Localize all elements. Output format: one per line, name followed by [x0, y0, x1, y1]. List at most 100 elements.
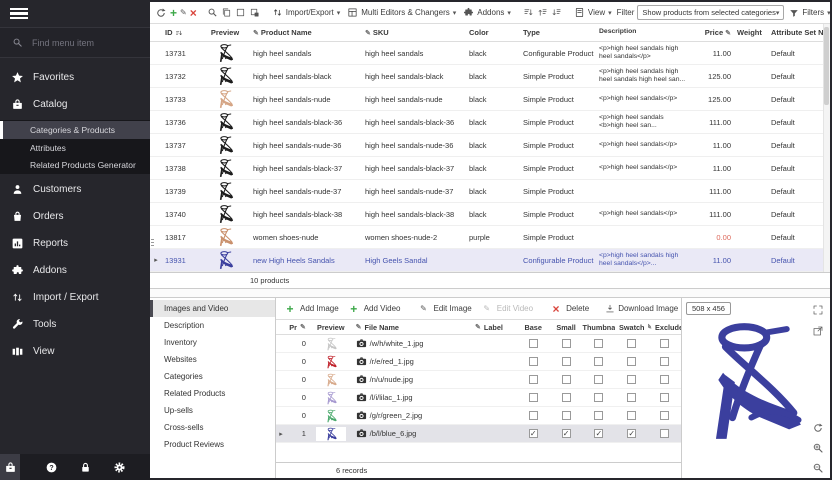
column-header-price[interactable]: Price✎ — [692, 28, 734, 37]
image-row-5[interactable]: ▸ 1 /b/l/blue_6.jpg ✓ ✓ ✓ ✓ — [276, 425, 681, 443]
small-checkbox[interactable] — [562, 393, 571, 402]
copy-icon[interactable] — [221, 6, 232, 20]
thumbnail-checkbox[interactable] — [594, 339, 603, 348]
add-product-icon[interactable]: + — [170, 6, 177, 20]
column-header-weight[interactable]: Weight — [734, 28, 768, 37]
multi-editors-dropdown[interactable]: Multi Editors & Changers▾ — [345, 7, 458, 18]
column-header-file-name[interactable]: ✎File Name — [354, 323, 473, 332]
exclude-checkbox[interactable] — [660, 393, 669, 402]
sidebar-item-categories-products[interactable]: Categories & Products — [0, 121, 150, 139]
sidebar-item-attributes[interactable]: Attributes — [0, 139, 150, 156]
product-row-7[interactable]: 13740 high heel sandals-black-38 high he… — [150, 203, 830, 226]
column-header-sku[interactable]: ✎SKU — [362, 28, 466, 37]
product-row-4[interactable]: 13737 high heel sandals-nude-36 high hee… — [150, 134, 830, 157]
product-row-3[interactable]: 13736 high heel sandals-black-36 high he… — [150, 111, 830, 134]
column-header-label[interactable]: ✎Label — [473, 323, 517, 332]
image-row-0[interactable]: 0 /w/h/white_1.jpg — [276, 335, 681, 353]
exclude-checkbox[interactable] — [660, 339, 669, 348]
thumbnail-checkbox[interactable] — [594, 393, 603, 402]
product-row-2[interactable]: 13733 high heel sandals-nude high heel s… — [150, 88, 830, 111]
tab-cross-sells[interactable]: Cross-sells — [150, 419, 275, 436]
edit-product-icon[interactable]: ✎ — [180, 6, 187, 20]
thumbnail-checkbox[interactable] — [594, 375, 603, 384]
refresh-icon[interactable] — [812, 421, 825, 434]
swatch-checkbox[interactable]: ✓ — [627, 429, 636, 438]
column-header-attribute-set[interactable]: Attribute Set Name — [768, 28, 830, 37]
sidebar-item-import-export[interactable]: Import / Export — [0, 284, 150, 311]
edit-image-button[interactable]: ✎Edit Image — [414, 302, 473, 316]
base-checkbox[interactable] — [529, 357, 538, 366]
column-header-id[interactable]: ID — [162, 28, 200, 37]
duplicate-icon[interactable] — [249, 6, 260, 20]
tab-up-sells[interactable]: Up-sells — [150, 402, 275, 419]
expand-all-icon[interactable] — [537, 6, 548, 20]
column-header-description[interactable]: Description — [596, 28, 692, 36]
small-checkbox[interactable] — [562, 375, 571, 384]
fullscreen-icon[interactable] — [812, 303, 825, 316]
sidebar-item-orders[interactable]: Orders — [0, 203, 150, 230]
exclude-checkbox[interactable] — [660, 411, 669, 420]
collapse-all-icon[interactable] — [551, 6, 562, 20]
sidebar-item-tools[interactable]: Tools — [0, 311, 150, 338]
view-dropdown[interactable]: View▾ — [572, 7, 614, 18]
product-row-6[interactable]: 13739 high heel sandals-nude-37 high hee… — [150, 180, 830, 203]
tab-product-reviews[interactable]: Product Reviews — [150, 436, 275, 453]
tab-images-and-video[interactable]: Images and Video — [150, 300, 275, 317]
product-row-0[interactable]: 13731 high heel sandals high heel sandal… — [150, 42, 830, 65]
small-checkbox[interactable] — [562, 411, 571, 420]
swatch-checkbox[interactable] — [627, 411, 636, 420]
product-row-1[interactable]: 13732 high heel sandals-black high heel … — [150, 65, 830, 88]
product-row-8[interactable]: 13817 women shoes-nude women shoes-nude-… — [150, 226, 830, 249]
tab-inventory[interactable]: Inventory — [150, 334, 275, 351]
base-checkbox[interactable] — [529, 393, 538, 402]
column-header-thumbnail[interactable]: Thumbna — [582, 323, 615, 332]
menu-toggle-button[interactable] — [0, 0, 150, 28]
image-row-1[interactable]: 0 /r/e/red_1.jpg — [276, 353, 681, 371]
store-manager-button[interactable] — [0, 454, 20, 480]
base-checkbox[interactable]: ✓ — [529, 429, 538, 438]
panel-splitter-handle[interactable] — [150, 230, 155, 254]
swatch-checkbox[interactable] — [627, 357, 636, 366]
edit-video-button[interactable]: ✎Edit Video — [478, 302, 535, 316]
thumbnail-checkbox[interactable] — [594, 357, 603, 366]
filters-dropdown[interactable]: Filters▾ — [787, 8, 830, 18]
image-row-3[interactable]: 0 /l/i/lilac_1.jpg — [276, 389, 681, 407]
product-row-9[interactable]: ▸ 13931 new High Heels Sandals High Geel… — [150, 249, 830, 272]
tab-categories[interactable]: Categories — [150, 368, 275, 385]
exclude-checkbox[interactable] — [660, 429, 669, 438]
column-header-swatch[interactable]: Swatch — [615, 323, 648, 332]
column-header-base[interactable]: Base — [517, 323, 550, 332]
image-row-2[interactable]: 0 /n/u/nude.jpg — [276, 371, 681, 389]
sidebar-item-reports[interactable]: Reports — [0, 230, 150, 257]
select-checkbox-icon[interactable] — [235, 6, 246, 20]
add-image-button[interactable]: +Add Image — [281, 302, 341, 316]
column-header-pr[interactable]: Pr✎ — [286, 323, 308, 332]
sidebar-item-view[interactable]: View — [0, 338, 150, 365]
image-row-4[interactable]: 0 /g/r/green_2.jpg — [276, 407, 681, 425]
column-header-small[interactable]: Small — [550, 323, 583, 332]
base-checkbox[interactable] — [529, 375, 538, 384]
column-header-color[interactable]: Color — [466, 28, 520, 37]
sidebar-item-addons[interactable]: Addons — [0, 257, 150, 284]
download-image-button[interactable]: Download Image — [603, 304, 680, 314]
thumbnail-checkbox[interactable]: ✓ — [594, 429, 603, 438]
refresh-icon[interactable] — [155, 6, 167, 20]
small-checkbox[interactable] — [562, 357, 571, 366]
base-checkbox[interactable] — [529, 411, 538, 420]
tab-related-products[interactable]: Related Products — [150, 385, 275, 402]
swatch-checkbox[interactable] — [627, 393, 636, 402]
sidebar-item-related-products-generator[interactable]: Related Products Generator — [0, 156, 150, 173]
tab-description[interactable]: Description — [150, 317, 275, 334]
exclude-checkbox[interactable] — [660, 357, 669, 366]
column-header-preview[interactable]: Preview — [200, 28, 250, 37]
small-checkbox[interactable] — [562, 339, 571, 348]
swatch-checkbox[interactable] — [627, 375, 636, 384]
add-video-button[interactable]: +Add Video — [345, 302, 403, 316]
settings-button[interactable] — [102, 454, 136, 480]
search-input[interactable] — [30, 37, 130, 49]
zoom-out-icon[interactable] — [812, 461, 825, 474]
scrollbar-thumb[interactable] — [824, 27, 829, 105]
sidebar-item-favorites[interactable]: Favorites — [0, 64, 150, 91]
exclude-checkbox[interactable] — [660, 375, 669, 384]
column-header-product-name[interactable]: ✎Product Name — [250, 28, 362, 37]
